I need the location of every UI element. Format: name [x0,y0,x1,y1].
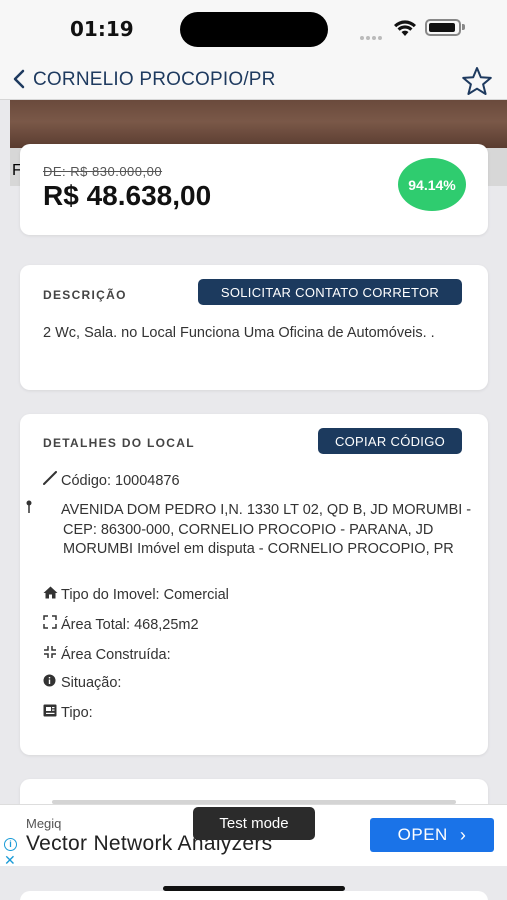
ad-open-button[interactable]: OPEN › [370,818,494,852]
nav-title: CORNELIO PROCOPIO/PR [33,69,276,90]
detail-row-address: AVENIDA DOM PEDRO I,N. 1330 LT 02, QD B,… [26,500,473,560]
battery-icon [425,19,461,36]
description-label: DESCRIÇÃO [43,288,127,302]
info-icon [43,674,61,694]
star-icon[interactable] [461,66,493,96]
nav-bar: CORNELIO PROCOPIO/PR [0,58,507,100]
home-icon [43,586,61,606]
test-mode-label: Test mode [193,807,315,840]
old-price: DE: R$ 830.000,00 [43,164,163,179]
wifi-icon [394,20,416,36]
chevron-right-icon: › [459,824,467,845]
bottom-card-peek [20,891,488,900]
compress-icon [43,645,61,666]
request-contact-button[interactable]: SOLICITAR CONTATO CORRETOR [198,279,462,305]
current-price: R$ 48.638,00 [43,180,212,211]
detail-address-text: AVENIDA DOM PEDRO I,N. 1330 LT 02, QD B,… [61,502,472,557]
home-indicator[interactable] [163,886,345,891]
detail-kind-text: Tipo: [61,705,93,721]
discount-badge: 94.14% [398,158,466,211]
detail-row-code: Código: 10004876 [43,471,473,492]
signal-dots-icon [360,27,384,45]
pencil-icon [43,471,61,492]
ad-open-label: OPEN [397,825,448,844]
detail-status-text: Situação: [61,675,122,691]
detail-type-text: Tipo do Imovel: Comercial [61,587,229,603]
detail-built-area-text: Área Construída: [61,647,171,663]
details-card: DETALHES DO LOCAL COPIAR CÓDIGO Código: … [20,414,488,755]
detail-row-built-area: Área Construída: [43,645,473,666]
expand-icon [43,615,61,636]
description-card: DESCRIÇÃO SOLICITAR CONTATO CORRETOR 2 W… [20,265,488,390]
description-text: 2 Wc, Sala. no Local Funciona Uma Oficin… [43,325,435,341]
detail-code-text: Código: 10004876 [61,473,180,489]
battery-nub [462,24,465,30]
detail-total-area-text: Área Total: 468,25m2 [61,617,199,633]
ad-info-icon[interactable]: i [4,838,17,851]
pin-icon [26,500,61,521]
status-bar: 01:19 [0,0,507,58]
status-time: 01:19 [70,17,134,41]
details-label: DETALHES DO LOCAL [43,436,195,450]
chevron-left-icon[interactable] [12,69,26,89]
price-card: DE: R$ 830.000,00 R$ 48.638,00 94.14% [20,144,488,235]
detail-row-status: Situação: [43,674,473,694]
ad-brand: Megiq [26,816,62,831]
property-photo [10,100,507,148]
detail-row-total-area: Área Total: 468,25m2 [43,615,473,636]
ad-close-icon[interactable]: ✕ [4,853,16,867]
document-icon [43,704,61,724]
copy-code-button[interactable]: COPIAR CÓDIGO [318,428,462,454]
dynamic-island [180,12,328,47]
detail-row-type: Tipo do Imovel: Comercial [43,586,473,606]
detail-row-kind: Tipo: [43,704,473,724]
